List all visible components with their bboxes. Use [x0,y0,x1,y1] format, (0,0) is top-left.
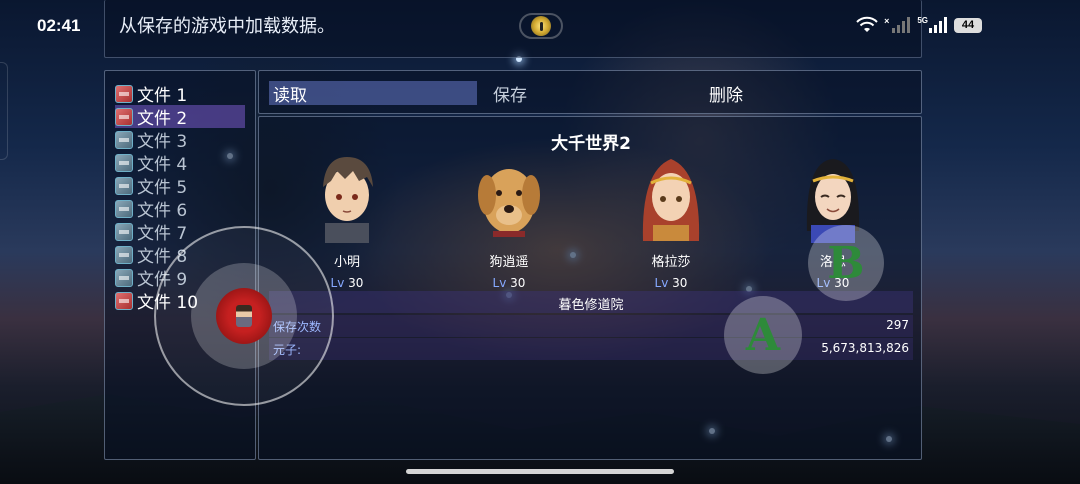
save-count-row: 保存次数 297 [269,315,913,337]
empty-book-icon [115,199,133,218]
level-value: 30 [672,276,688,290]
actor-name: 格拉莎 [651,255,691,270]
side-edge-handle[interactable] [0,62,8,160]
home-indicator[interactable] [406,469,674,474]
actor-portrait-girl [642,159,700,241]
file-label: 文件 3 [137,132,188,152]
signal-icon [892,17,911,33]
actor-card: 狗逍遥 Lv 30 [454,151,564,290]
joystick-knob[interactable] [216,288,272,344]
empty-book-icon [115,130,133,149]
file-label: 文件 1 [137,86,188,106]
save-book-icon [115,84,133,103]
save-file-5[interactable]: 文件 5 [115,174,245,198]
status-bar: 02:41 × 5G 44 [0,0,1080,54]
command-window: 读取 保存 删除 [258,70,922,114]
file-label: 文件 7 [137,224,188,244]
save-book-icon [115,107,133,126]
level-tag: Lv [492,276,507,290]
actor-card: 格拉莎 Lv 30 [616,151,726,290]
level-value: 30 [348,276,364,290]
save-count-value: 297 [886,318,909,332]
battery-level: 44 [961,19,975,31]
empty-book-icon [115,245,133,264]
actor-portrait-dog [478,169,540,237]
actor-portrait-boy [323,157,373,243]
save-location: 暮色修道院 [269,291,913,313]
save-file-2[interactable]: 文件 2 [115,105,245,129]
empty-book-icon [115,222,133,241]
file-label: 文件 5 [137,178,188,198]
level-tag: Lv [654,276,669,290]
player-sprite-icon [236,305,252,327]
status-time: 02:41 [37,16,81,35]
actor-level: Lv 30 [454,276,564,290]
no-data-icon: × [884,16,890,26]
wifi-icon [856,16,878,32]
gold-value: 5,673,813,826 [821,341,909,355]
network-5g-label: 5G [917,15,928,25]
actor-name: 狗逍遥 [489,255,529,270]
file-label: 文件 6 [137,201,188,221]
level-tag: Lv [330,276,345,290]
load-command[interactable]: 读取 [269,81,477,106]
delete-command[interactable]: 删除 [705,81,743,106]
level-value: 30 [510,276,526,290]
empty-book-icon [115,153,133,172]
save-book-icon [115,291,133,310]
actor-level: Lv 30 [616,276,726,290]
empty-book-icon [115,268,133,287]
file-label: 文件 4 [137,155,188,175]
a-button[interactable]: A [724,296,802,374]
b-button[interactable]: B [808,225,884,301]
gold-row: 元子: 5,673,813,826 [269,338,913,360]
save-file-6[interactable]: 文件 6 [115,197,245,221]
empty-book-icon [115,176,133,195]
save-command[interactable]: 保存 [489,81,527,106]
save-file-4[interactable]: 文件 4 [115,151,245,175]
battery-icon: 44 [954,17,982,33]
file-label: 文件 2 [137,109,188,129]
save-file-3[interactable]: 文件 3 [115,128,245,152]
save-file-1[interactable]: 文件 1 [115,82,245,106]
signal-5g-icon [929,17,947,33]
system-icons: × 5G 44 [856,16,982,34]
